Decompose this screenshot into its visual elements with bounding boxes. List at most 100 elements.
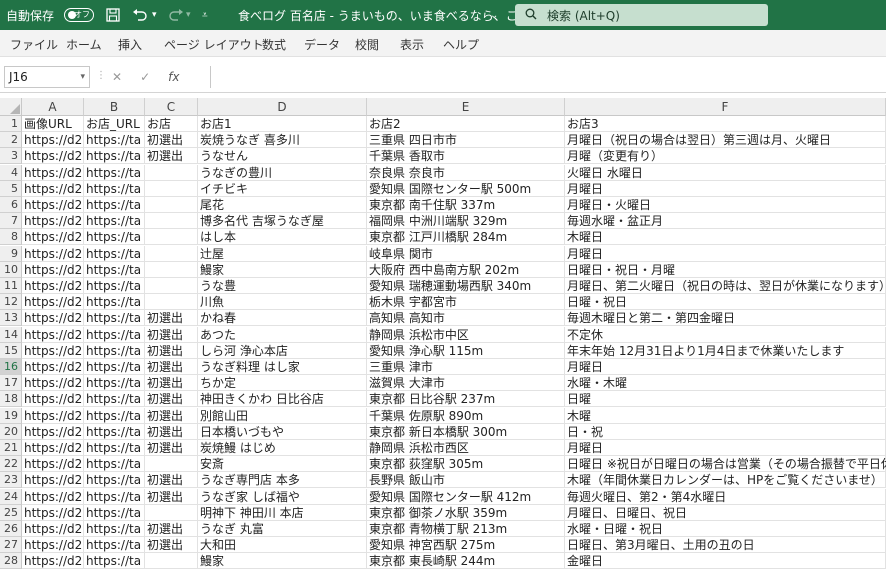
- row-header[interactable]: 15: [0, 343, 22, 359]
- row-header[interactable]: 22: [0, 456, 22, 472]
- cell-b7[interactable]: https://ta: [84, 213, 145, 229]
- cell-a5[interactable]: https://d2: [22, 181, 84, 197]
- row-header[interactable]: 18: [0, 391, 22, 407]
- cell-e12[interactable]: 栃木県 宇都宮市: [367, 294, 565, 310]
- cell-a28[interactable]: https://d2: [22, 553, 84, 569]
- cell-b23[interactable]: https://ta: [84, 472, 145, 488]
- tab-view[interactable]: 表示: [400, 36, 424, 53]
- row-header[interactable]: 5: [0, 181, 22, 197]
- column-header-d[interactable]: D: [198, 98, 367, 116]
- cell-b4[interactable]: https://ta: [84, 165, 145, 181]
- cell-d10[interactable]: 鰻家: [198, 262, 367, 278]
- tab-file[interactable]: ファイル: [10, 36, 58, 53]
- cell-b17[interactable]: https://ta: [84, 375, 145, 391]
- cell-c28[interactable]: [145, 553, 198, 569]
- cell-c5[interactable]: [145, 181, 198, 197]
- cell-f4[interactable]: 火曜日 水曜日: [565, 165, 886, 181]
- cell-b13[interactable]: https://ta: [84, 310, 145, 326]
- cell-c24[interactable]: 初選出: [145, 489, 198, 505]
- cell-f8[interactable]: 木曜日: [565, 229, 886, 245]
- cell-d18[interactable]: 神田きくかわ 日比谷店: [198, 391, 367, 407]
- cell-e11[interactable]: 愛知県 瑞穂運動場西駅 340m: [367, 278, 565, 294]
- name-box[interactable]: J16 ▾: [4, 66, 90, 88]
- cell-d14[interactable]: あつた: [198, 327, 367, 343]
- cell-f15[interactable]: 年末年始 12月31日より1月4日まで休業いたします: [565, 343, 886, 359]
- cell-c20[interactable]: 初選出: [145, 424, 198, 440]
- cell-f16[interactable]: 月曜日: [565, 359, 886, 375]
- cell-e9[interactable]: 岐阜県 関市: [367, 246, 565, 262]
- customize-toolbar-icon[interactable]: ⩡: [202, 0, 208, 30]
- cell-e3[interactable]: 千葉県 香取市: [367, 148, 565, 164]
- cell-d16[interactable]: うなぎ料理 はし家: [198, 359, 367, 375]
- cell-f12[interactable]: 日曜・祝日: [565, 294, 886, 310]
- cell-f5[interactable]: 月曜日: [565, 181, 886, 197]
- row-header[interactable]: 10: [0, 262, 22, 278]
- undo-icon[interactable]: [132, 0, 148, 30]
- cell-e13[interactable]: 高知県 高知市: [367, 310, 565, 326]
- title-dropdown-icon[interactable]: ⌄: [490, 0, 498, 30]
- cell-b20[interactable]: https://ta: [84, 424, 145, 440]
- cell-f22[interactable]: 日曜日 ※祝日が日曜日の場合は営業（その場合振替で平日休業）: [565, 456, 886, 472]
- cell-c14[interactable]: 初選出: [145, 327, 198, 343]
- cell-d13[interactable]: かね春: [198, 310, 367, 326]
- row-header[interactable]: 2: [0, 132, 22, 148]
- cell-d5[interactable]: イチビキ: [198, 181, 367, 197]
- row-header[interactable]: 14: [0, 327, 22, 343]
- cell-e17[interactable]: 滋賀県 大津市: [367, 375, 565, 391]
- cell-a18[interactable]: https://d2: [22, 391, 84, 407]
- tab-review[interactable]: 校閲: [355, 36, 379, 53]
- cell-b16[interactable]: https://ta: [84, 359, 145, 375]
- cell-f24[interactable]: 毎週火曜日、第2・第4水曜日: [565, 489, 886, 505]
- cell-b28[interactable]: https://ta: [84, 553, 145, 569]
- cell-e19[interactable]: 千葉県 佐原駅 890m: [367, 408, 565, 424]
- cell-e16[interactable]: 三重県 津市: [367, 359, 565, 375]
- cell-e1[interactable]: お店2: [367, 116, 565, 132]
- cell-b14[interactable]: https://ta: [84, 327, 145, 343]
- cell-b9[interactable]: https://ta: [84, 246, 145, 262]
- cell-e20[interactable]: 東京都 新日本橋駅 300m: [367, 424, 565, 440]
- row-header[interactable]: 25: [0, 505, 22, 521]
- cell-d9[interactable]: 辻屋: [198, 246, 367, 262]
- cell-e28[interactable]: 東京都 東長崎駅 244m: [367, 553, 565, 569]
- cancel-icon[interactable]: ✕: [112, 70, 122, 84]
- cell-d21[interactable]: 炭焼鰻 はじめ: [198, 440, 367, 456]
- save-icon[interactable]: [106, 0, 120, 30]
- cell-a7[interactable]: https://d2: [22, 213, 84, 229]
- cell-a11[interactable]: https://d2: [22, 278, 84, 294]
- cell-b2[interactable]: https://ta: [84, 132, 145, 148]
- cell-c19[interactable]: 初選出: [145, 408, 198, 424]
- cell-c23[interactable]: 初選出: [145, 472, 198, 488]
- cell-d12[interactable]: 川魚: [198, 294, 367, 310]
- cell-f17[interactable]: 水曜・木曜: [565, 375, 886, 391]
- redo-dropdown-icon[interactable]: ▾: [186, 0, 191, 30]
- cell-f18[interactable]: 日曜: [565, 391, 886, 407]
- cell-a3[interactable]: https://d2: [22, 148, 84, 164]
- cell-c10[interactable]: [145, 262, 198, 278]
- cell-e10[interactable]: 大阪府 西中島南方駅 202m: [367, 262, 565, 278]
- tab-home[interactable]: ホーム: [66, 36, 102, 53]
- cell-f11[interactable]: 月曜日、第二火曜日（祝日の時は、翌日が休業になります）: [565, 278, 886, 294]
- cell-a12[interactable]: https://d2: [22, 294, 84, 310]
- cell-a2[interactable]: https://d2: [22, 132, 84, 148]
- cell-a17[interactable]: https://d2: [22, 375, 84, 391]
- cell-d23[interactable]: うなぎ専門店 本多: [198, 472, 367, 488]
- cell-f13[interactable]: 毎週木曜日と第二・第四金曜日: [565, 310, 886, 326]
- cell-a24[interactable]: https://d2: [22, 489, 84, 505]
- cell-e18[interactable]: 東京都 日比谷駅 237m: [367, 391, 565, 407]
- cell-c6[interactable]: [145, 197, 198, 213]
- cell-e23[interactable]: 長野県 飯山市: [367, 472, 565, 488]
- insert-function-icon[interactable]: fx: [168, 70, 179, 84]
- cell-d15[interactable]: しら河 浄心本店: [198, 343, 367, 359]
- cell-a1[interactable]: 画像URL: [22, 116, 84, 132]
- autosave-toggle[interactable]: オフ: [64, 0, 94, 30]
- cell-f26[interactable]: 水曜・日曜・祝日: [565, 521, 886, 537]
- cell-c9[interactable]: [145, 246, 198, 262]
- cell-d7[interactable]: 博多名代 吉塚うなぎ屋: [198, 213, 367, 229]
- formula-input[interactable]: [210, 66, 886, 88]
- cell-f23[interactable]: 木曜（年間休業日カレンダーは、HPをご覧くださいませ）: [565, 472, 886, 488]
- redo-icon[interactable]: [168, 0, 184, 30]
- cell-d24[interactable]: うなぎ家 しば福や: [198, 489, 367, 505]
- tab-help[interactable]: ヘルプ: [443, 36, 479, 53]
- tab-page-layout[interactable]: ページ レイアウト: [164, 36, 264, 53]
- cell-f28[interactable]: 金曜日: [565, 553, 886, 569]
